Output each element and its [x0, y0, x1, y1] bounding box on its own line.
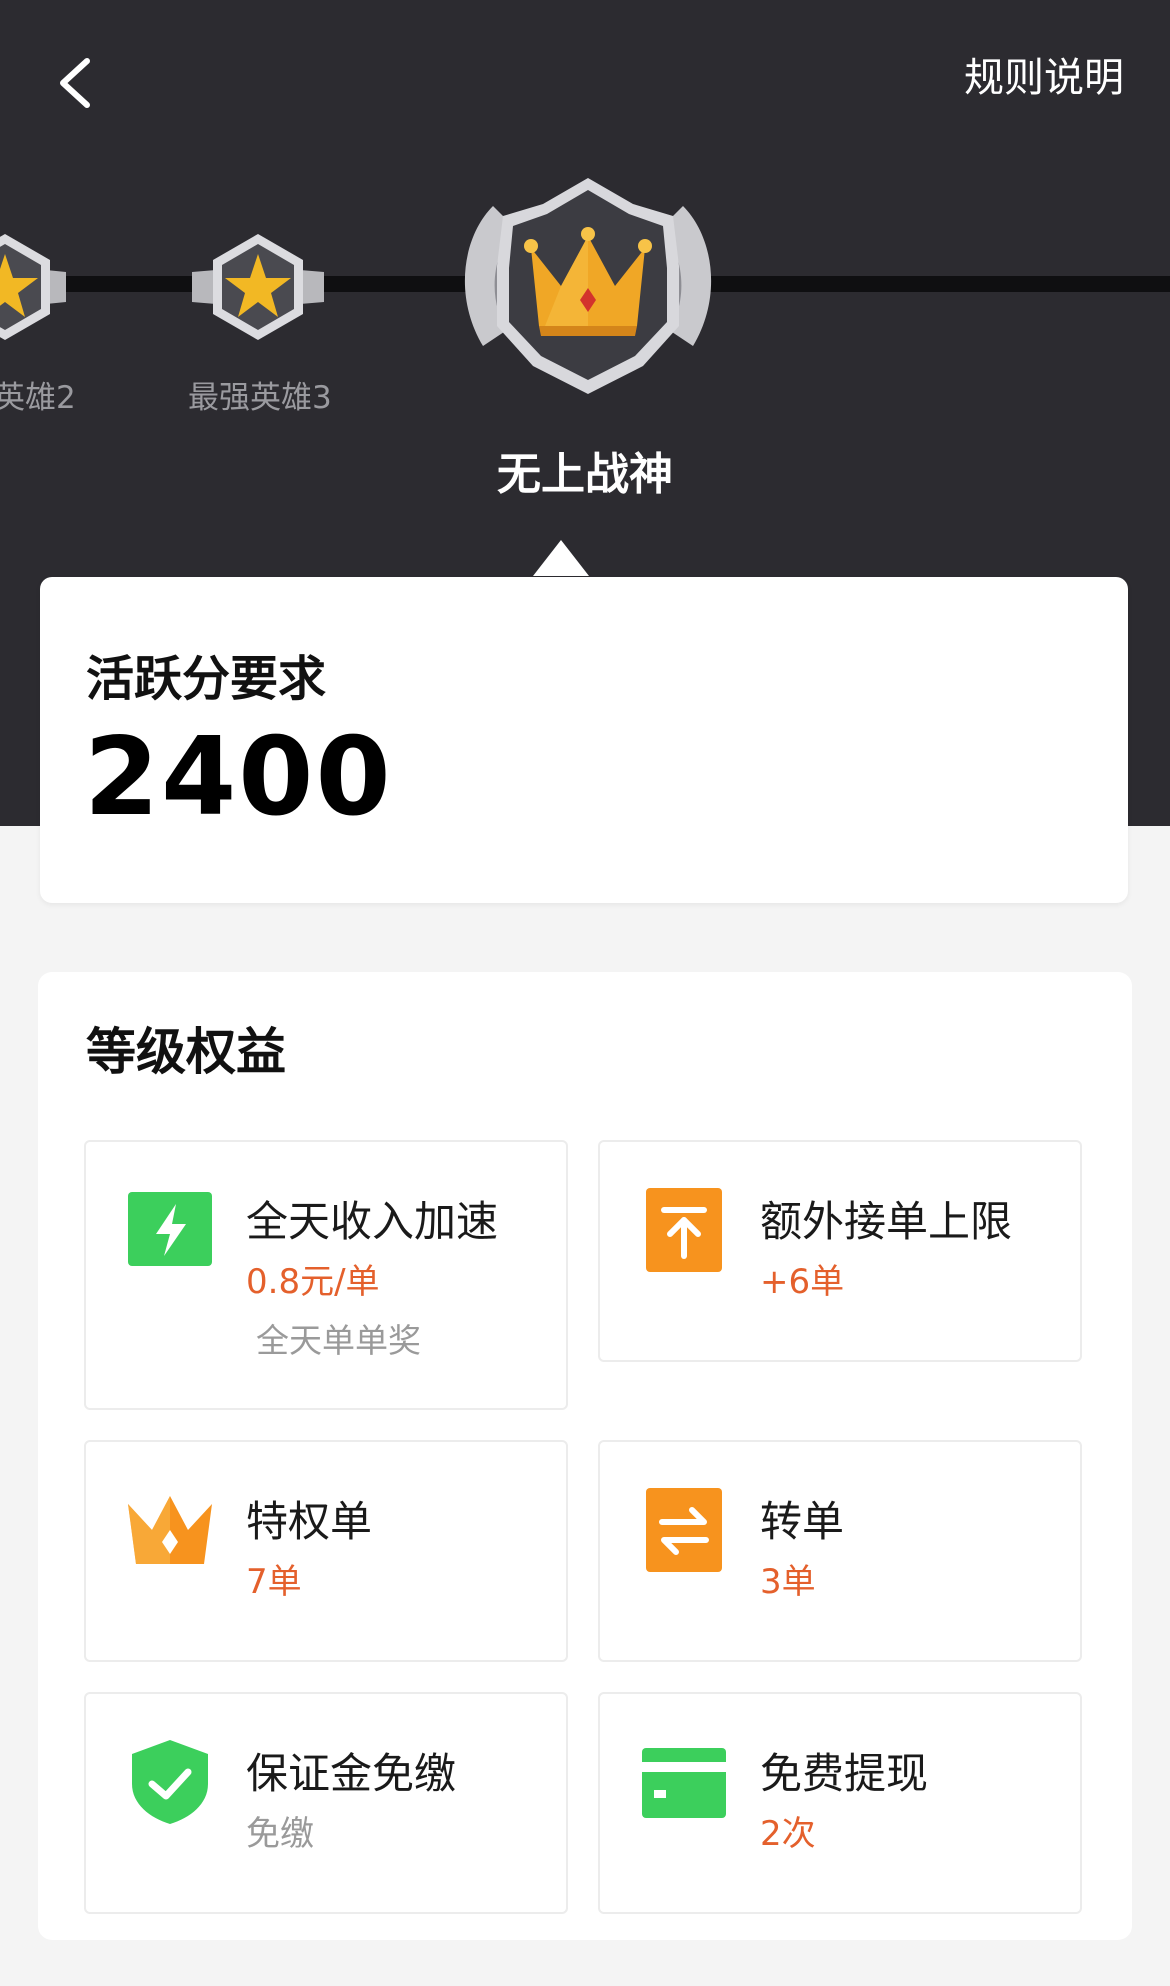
score-requirement-card: 活跃分要求 2400 [40, 577, 1128, 903]
back-button[interactable] [40, 48, 110, 118]
score-value: 2400 [84, 715, 393, 840]
benefit-value: 0.8元/单 [246, 1262, 380, 1302]
shield-check-icon [132, 1740, 208, 1824]
benefit-name: 特权单 [246, 1497, 373, 1546]
benefit-value: 3单 [760, 1562, 816, 1602]
benefit-name: 免费提现 [760, 1749, 929, 1798]
benefit-income-boost[interactable]: 全天收入加速 0.8元/单 全天单单奖 [84, 1140, 568, 1410]
score-label: 活跃分要求 [86, 651, 327, 707]
crown-icon [128, 1496, 212, 1564]
chevron-left-icon [60, 58, 90, 108]
benefits-title: 等级权益 [86, 1023, 286, 1081]
benefits-section: 等级权益 全天收入加速 0.8元/单 全天单单奖 额外接单上限 +6单 特权单 … [38, 972, 1132, 1940]
swap-icon [646, 1488, 722, 1572]
benefit-value: 2次 [760, 1814, 816, 1854]
benefit-deposit-waiver[interactable]: 保证金免缴 免缴 [84, 1692, 568, 1914]
level-label: 最强英雄3 [188, 380, 332, 416]
rules-link[interactable]: 规则说明 [964, 48, 1124, 108]
benefit-name: 额外接单上限 [760, 1197, 1013, 1246]
star-badge-icon [0, 234, 66, 340]
benefit-extra-order-limit[interactable]: 额外接单上限 +6单 [598, 1140, 1082, 1362]
benefit-free-withdrawal[interactable]: 免费提现 2次 [598, 1692, 1082, 1914]
star-badge-icon [192, 234, 324, 340]
benefit-name: 转单 [760, 1497, 845, 1546]
current-level-title: 无上战神 [497, 449, 673, 500]
benefit-subtext: 全天单单奖 [256, 1321, 421, 1360]
current-level-badge [453, 176, 723, 400]
arrow-up-icon [646, 1188, 722, 1272]
crown-badge-icon [464, 178, 712, 394]
benefit-name: 保证金免缴 [246, 1749, 457, 1798]
benefit-transfer-orders[interactable]: 转单 3单 [598, 1440, 1082, 1662]
lightning-icon [128, 1192, 212, 1266]
benefit-name: 全天收入加速 [246, 1197, 499, 1246]
level-badge-hero2[interactable] [0, 232, 68, 346]
level-badge-strongest-hero3[interactable] [190, 232, 326, 346]
benefit-value: 7单 [246, 1562, 302, 1602]
benefit-privilege-orders[interactable]: 特权单 7单 [84, 1440, 568, 1662]
benefit-value: +6单 [760, 1262, 845, 1302]
card-icon [642, 1748, 726, 1818]
level-pointer [533, 540, 589, 576]
level-label: 英雄2 [0, 380, 76, 416]
benefit-value: 免缴 [246, 1814, 314, 1854]
